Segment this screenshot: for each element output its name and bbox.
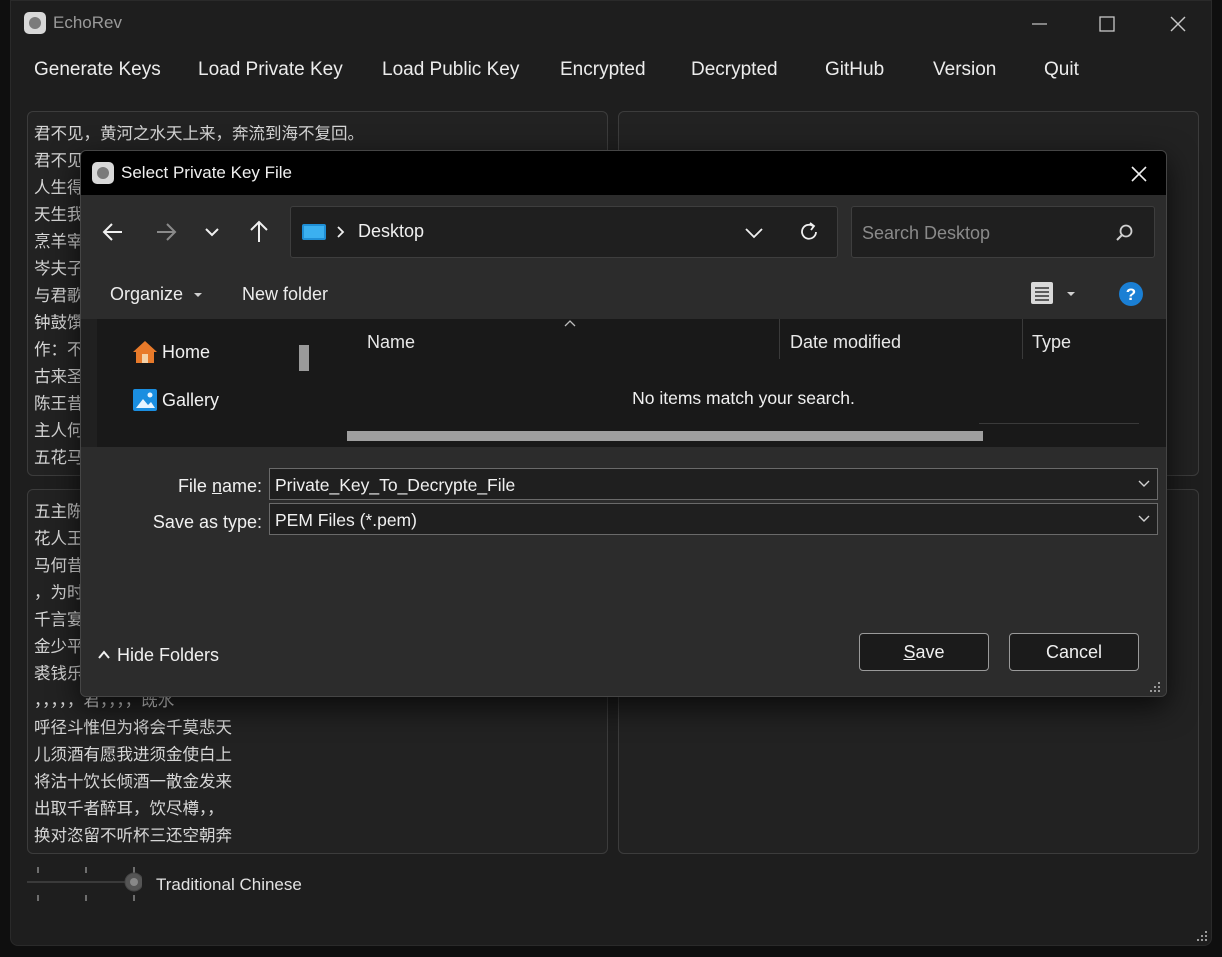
column-header-date-modified[interactable]: Date modified: [790, 332, 901, 353]
menu-generate-keys[interactable]: Generate Keys: [34, 59, 161, 81]
dialog-app-icon: [92, 162, 114, 184]
text-line: 换对恣留不听杯三还空朝奔: [34, 826, 232, 845]
dialog-resize-grip-icon[interactable]: [1150, 682, 1160, 692]
app-title: EchoRev: [53, 13, 122, 32]
organize-dropdown-icon: [194, 293, 203, 297]
up-arrow-icon[interactable]: [243, 215, 275, 249]
address-location: Desktop: [358, 221, 425, 241]
search-icon[interactable]: [1114, 223, 1136, 245]
cancel-button[interactable]: Cancel: [1009, 633, 1139, 671]
text-line: 君不见，黄河之水天上来，奔流到海不复回。: [34, 124, 364, 143]
file-name-dropdown-chevron-icon[interactable]: [1137, 477, 1151, 491]
address-bar[interactable]: Desktop: [290, 206, 838, 258]
slider-track: [27, 867, 144, 901]
column-header-type[interactable]: Type: [1032, 332, 1071, 353]
menu-load-private-key[interactable]: Load Private Key: [198, 59, 343, 81]
file-name-label: File name:: [177, 476, 262, 496]
text-line: 出取千者醉耳，饮尽樽，，: [34, 799, 224, 818]
menu-quit[interactable]: Quit: [1044, 59, 1079, 81]
home-icon: [133, 341, 157, 363]
recent-locations-chevron-icon[interactable]: [196, 215, 228, 249]
organize-label: Organize: [110, 284, 184, 304]
forward-arrow-icon[interactable]: [151, 215, 183, 249]
language-slider[interactable]: [27, 865, 144, 905]
hide-folders-label: Hide Folders: [117, 645, 220, 665]
new-folder-button[interactable]: New folder: [242, 284, 328, 305]
dialog-close-icon[interactable]: [1122, 159, 1156, 189]
maximize-icon: [1099, 16, 1115, 32]
menu-load-public-key[interactable]: Load Public Key: [382, 59, 519, 81]
breadcrumb-separator-icon: [337, 226, 345, 238]
hide-folders-button[interactable]: Hide Folders: [97, 645, 219, 666]
minimize-icon: [1032, 23, 1047, 25]
resize-grip-icon[interactable]: [1197, 931, 1207, 941]
svg-text:?: ?: [1126, 285, 1136, 304]
save-button[interactable]: Save: [859, 633, 989, 671]
save-type-dropdown-chevron-icon[interactable]: [1137, 512, 1151, 526]
horizontal-scrollbar-thumb[interactable]: [347, 431, 983, 441]
save-type-value: PEM Files (*.pem): [275, 510, 417, 530]
dialog-title: Select Private Key File: [121, 163, 293, 182]
list-divider: [979, 423, 1139, 424]
nav-item-gallery[interactable]: Gallery: [132, 387, 219, 415]
chevron-up-icon: [98, 650, 110, 659]
column-divider[interactable]: [1022, 319, 1023, 359]
address-dropdown-chevron-icon[interactable]: [743, 223, 765, 243]
empty-message: No items match your search.: [632, 388, 855, 408]
search-box[interactable]: [851, 206, 1155, 258]
menu-encrypted[interactable]: Encrypted: [560, 59, 646, 81]
app-logo-icon: [24, 12, 46, 34]
gallery-icon: [133, 389, 157, 411]
sort-ascending-icon: [564, 320, 576, 327]
file-name-value: Private_Key_To_Decrypte_File: [275, 475, 516, 495]
desktop-folder-icon: [302, 224, 326, 240]
title-bar: EchoRev: [11, 1, 1211, 47]
column-divider[interactable]: [779, 319, 780, 359]
refresh-icon[interactable]: [797, 220, 821, 244]
navigation-bar: Desktop: [81, 195, 1166, 269]
dialog-title-bar: Select Private Key File: [81, 151, 1166, 195]
navigation-pane: Home Gallery: [97, 319, 319, 448]
text-line: 儿须酒有愿我进须金使白上: [34, 745, 232, 764]
close-window-button[interactable]: [1154, 9, 1200, 39]
minimize-button[interactable]: [1015, 9, 1061, 39]
text-line: 将沽十饮长倾酒一散金发来: [34, 772, 232, 791]
column-header-name[interactable]: Name: [367, 332, 415, 353]
save-type-label: Save as type:: [152, 512, 262, 532]
menu-github[interactable]: GitHub: [825, 59, 884, 81]
help-icon[interactable]: ?: [1118, 281, 1144, 307]
file-list: Name Date modified Type No items match y…: [319, 319, 1166, 447]
maximize-button[interactable]: [1083, 9, 1129, 39]
view-options-icon[interactable]: [1029, 280, 1083, 308]
save-form: File name: Private_Key_To_Decrypte_File …: [81, 447, 1166, 696]
nav-item-home-label: Home: [162, 342, 211, 362]
nav-item-home[interactable]: Home: [132, 339, 210, 367]
text-line: 呼径斗惟但为将会千莫悲天: [34, 718, 232, 737]
close-icon: [1170, 16, 1186, 32]
menu-decrypted[interactable]: Decrypted: [691, 59, 778, 81]
menu-version[interactable]: Version: [933, 59, 996, 81]
nav-scrollbar-thumb[interactable]: [299, 345, 309, 371]
save-type-select[interactable]: PEM Files (*.pem): [269, 503, 1158, 535]
save-file-dialog: Select Private Key File Desktop Organize…: [80, 150, 1167, 697]
nav-item-gallery-label: Gallery: [162, 390, 220, 410]
search-input[interactable]: [860, 219, 1104, 247]
slider-label: Traditional Chinese: [156, 875, 302, 894]
back-arrow-icon[interactable]: [98, 215, 130, 249]
command-bar: Organize New folder ?: [81, 269, 1166, 319]
organize-button[interactable]: Organize: [110, 284, 204, 305]
file-name-field[interactable]: Private_Key_To_Decrypte_File: [269, 468, 1158, 500]
